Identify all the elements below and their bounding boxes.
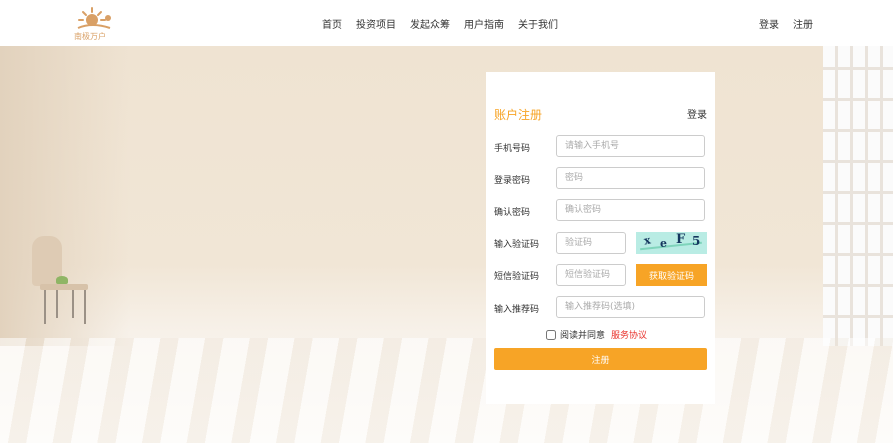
room-background	[0, 46, 893, 443]
agreement-row: 阅读并同意 服务协议	[546, 328, 647, 341]
chair-leg	[72, 290, 74, 318]
captcha-char: 5	[692, 234, 701, 248]
agree-checkbox[interactable]	[546, 329, 556, 340]
nav-user-guide[interactable]: 用户指南	[464, 16, 504, 31]
referral-input[interactable]	[556, 296, 705, 318]
captcha-input[interactable]	[556, 232, 626, 254]
window-panes	[823, 46, 893, 346]
captcha-char: F	[676, 232, 686, 247]
phone-label: 手机号码	[494, 144, 531, 154]
register-submit-button[interactable]: 注册	[494, 348, 707, 370]
password-label: 登录密码	[494, 176, 531, 186]
nav-start-crowdfunding[interactable]: 发起众筹	[410, 16, 450, 31]
floor-light	[0, 338, 893, 443]
plant-icon	[56, 276, 68, 284]
main-nav: 首页 投资项目 发起众筹 用户指南 关于我们	[322, 16, 558, 31]
logo-text: 南极万户	[74, 32, 106, 41]
chair-seat	[40, 284, 88, 290]
header-register-link[interactable]: 注册	[793, 16, 813, 31]
password-input[interactable]	[556, 167, 705, 189]
nav-invest-projects[interactable]: 投资项目	[356, 16, 396, 31]
referral-label: 输入推荐码	[494, 305, 540, 315]
nav-about-us[interactable]: 关于我们	[518, 16, 558, 31]
captcha-image[interactable]: x e F 5	[636, 232, 707, 254]
form-title: 账户注册	[494, 108, 543, 122]
wall-shade	[0, 46, 130, 346]
captcha-char: e	[660, 237, 667, 250]
sms-code-input[interactable]	[556, 264, 626, 286]
form-login-link[interactable]: 登录	[687, 106, 707, 121]
register-card: 账户注册 登录 手机号码 登录密码 确认密码 输入验证码 x e F 5 短信验…	[486, 72, 715, 404]
phone-input[interactable]	[556, 135, 705, 157]
site-logo[interactable]: 南极万户	[70, 6, 118, 42]
captcha-char: x	[642, 233, 652, 248]
nav-home[interactable]: 首页	[322, 16, 342, 31]
site-header: 南极万户 首页 投资项目 发起众筹 用户指南 关于我们 登录 注册	[0, 0, 893, 46]
chair-leg	[56, 290, 58, 318]
header-auth-links: 登录 注册	[759, 16, 813, 31]
chair-leg	[44, 290, 46, 324]
captcha-label: 输入验证码	[494, 240, 540, 250]
agree-text: 阅读并同意	[560, 331, 606, 341]
confirm-password-label: 确认密码	[494, 208, 531, 218]
service-agreement-link[interactable]: 服务协议	[611, 328, 647, 341]
chair-leg	[84, 290, 86, 324]
header-login-link[interactable]: 登录	[759, 16, 779, 31]
sms-code-label: 短信验证码	[494, 272, 540, 282]
get-sms-code-button[interactable]: 获取验证码	[636, 264, 707, 286]
confirm-password-input[interactable]	[556, 199, 705, 221]
